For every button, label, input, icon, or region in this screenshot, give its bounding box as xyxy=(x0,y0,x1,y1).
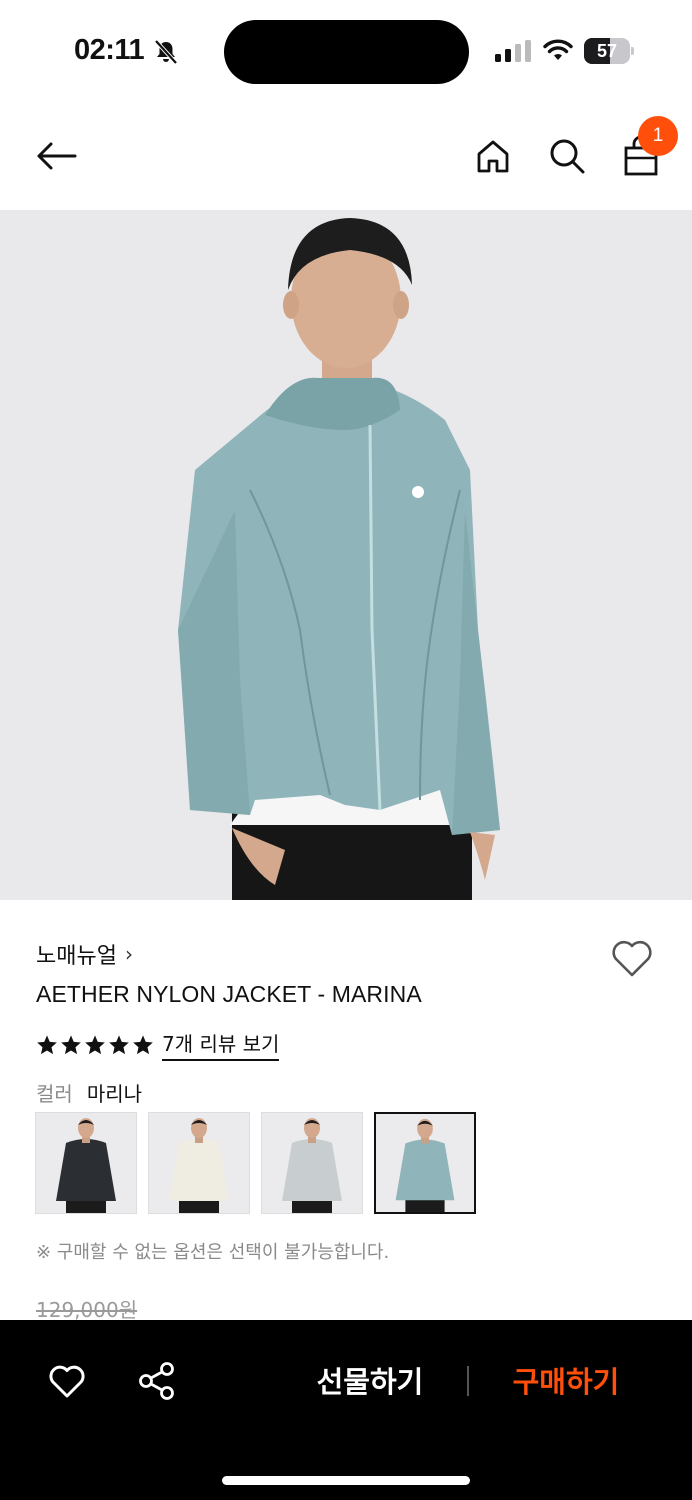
swatch-thumbnail xyxy=(36,1113,136,1213)
brand-name: 노매뉴얼 xyxy=(36,944,117,969)
status-time: 02:11 xyxy=(74,34,145,66)
rating-stars xyxy=(36,1034,154,1056)
back-arrow-icon xyxy=(37,142,77,170)
color-value: 마리나 xyxy=(86,1082,143,1106)
brand-link[interactable]: 노매뉴얼 › xyxy=(36,938,133,970)
product-image[interactable] xyxy=(0,210,692,900)
wishlist-heart-icon[interactable] xyxy=(608,934,656,982)
battery-percent: 57 xyxy=(596,41,618,61)
swatch-thumbnail xyxy=(262,1113,362,1213)
buy-button[interactable]: 구매하기 xyxy=(496,1360,636,1404)
battery-icon: 57 xyxy=(584,38,634,64)
battery-nub xyxy=(631,47,634,55)
star-icon xyxy=(133,1034,153,1054)
color-row: 컬러 마리나 xyxy=(36,1078,142,1107)
dynamic-island xyxy=(224,20,469,84)
star-icon xyxy=(109,1034,129,1054)
swatch-thumbnail xyxy=(149,1113,249,1213)
product-photo xyxy=(0,210,692,900)
product-name: AETHER NYLON JACKET - MARINA xyxy=(36,981,422,1007)
color-swatch-grey[interactable] xyxy=(261,1112,363,1214)
color-swatches xyxy=(35,1112,476,1214)
rating-row: 7개 리뷰 보기 xyxy=(36,1028,280,1061)
top-nav xyxy=(0,100,692,210)
home-indicator xyxy=(222,1476,470,1485)
bell-slash-icon xyxy=(154,39,178,65)
cart-count-badge: 1 xyxy=(638,116,678,156)
star-icon xyxy=(37,1034,57,1054)
color-label: 컬러 xyxy=(36,1082,73,1106)
back-button[interactable] xyxy=(32,132,80,180)
swatch-thumbnail xyxy=(376,1114,474,1212)
wifi-icon xyxy=(543,39,573,60)
home-button[interactable] xyxy=(469,132,517,180)
button-divider xyxy=(467,1366,469,1396)
cellular-signal-icon xyxy=(495,40,531,62)
color-swatch-marina[interactable] xyxy=(374,1112,476,1214)
search-icon xyxy=(550,139,585,174)
star-icon xyxy=(61,1034,81,1054)
bottom-action-bar: 선물하기 구매하기 xyxy=(0,1320,692,1500)
star-icon xyxy=(85,1034,105,1054)
heart-icon[interactable] xyxy=(46,1360,88,1402)
status-bar: 02:11 57 xyxy=(0,0,692,100)
battery-body: 57 xyxy=(584,38,630,64)
home-icon xyxy=(477,140,509,173)
chevron-right-icon: › xyxy=(124,942,133,966)
review-link[interactable]: 7개 리뷰 보기 xyxy=(162,1028,280,1061)
color-swatch-black[interactable] xyxy=(35,1112,137,1214)
share-icon[interactable] xyxy=(136,1360,178,1402)
gift-button[interactable]: 선물하기 xyxy=(300,1360,440,1404)
option-notice: ※ 구매할 수 없는 옵션은 선택이 불가능합니다. xyxy=(36,1242,390,1263)
color-swatch-cream[interactable] xyxy=(148,1112,250,1214)
original-price: 129,000원 xyxy=(36,1298,138,1322)
search-button[interactable] xyxy=(543,132,591,180)
